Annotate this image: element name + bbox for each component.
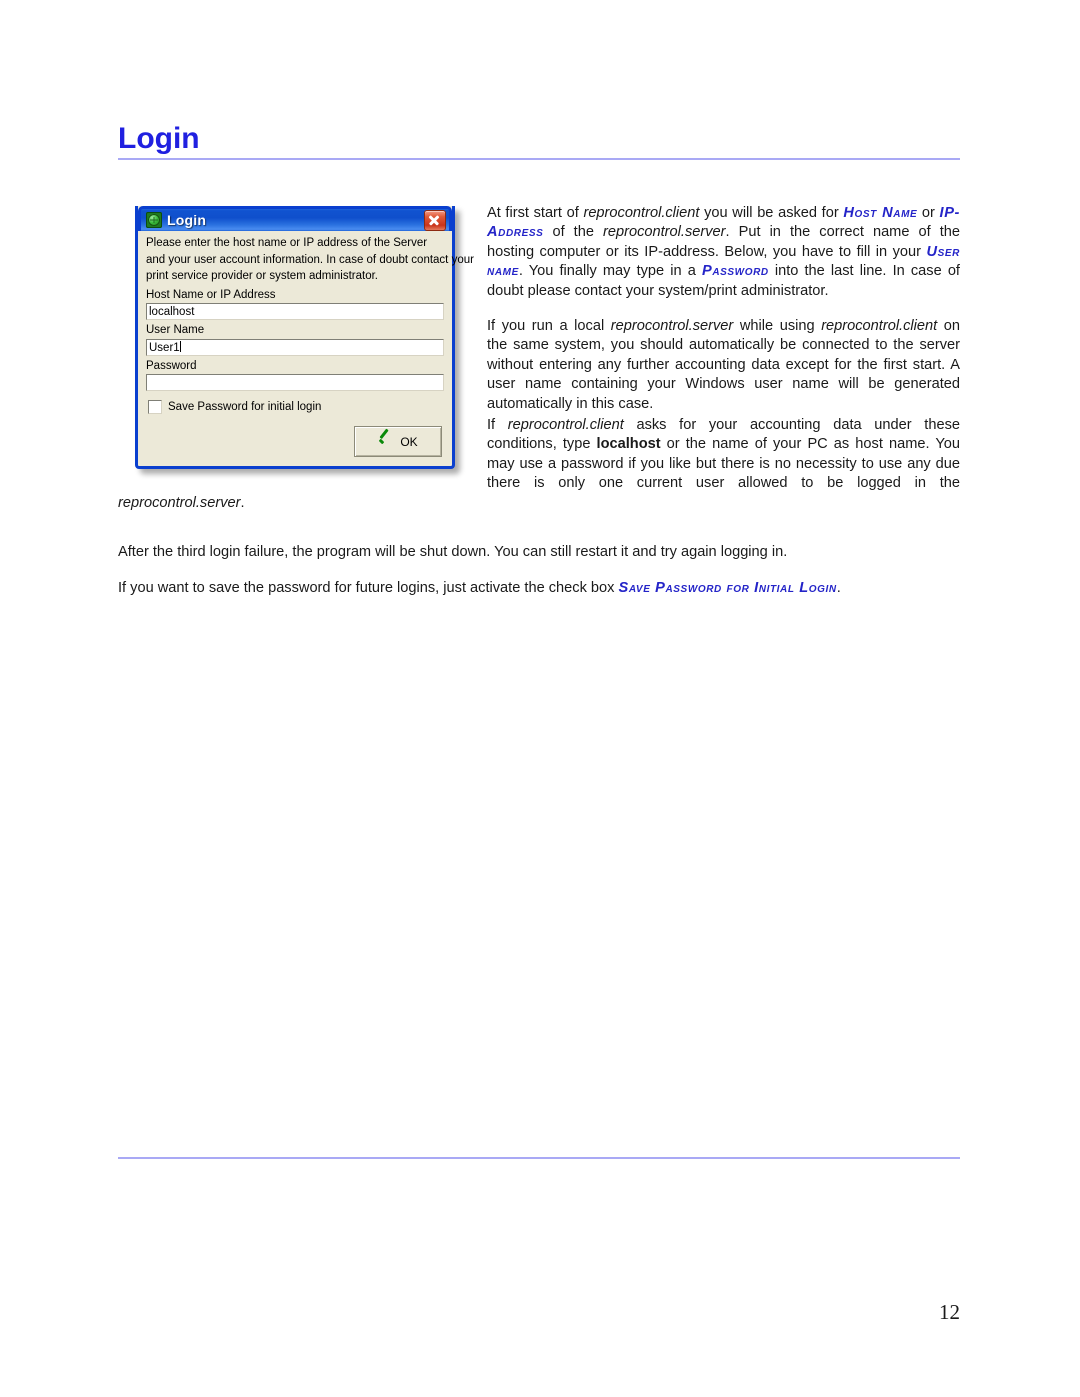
password-label: Password: [146, 359, 197, 372]
checkmark-icon: [378, 435, 393, 448]
instruction-line: print service provider or system adminis…: [146, 270, 378, 282]
p1-italic-client: reprocontrol.client: [583, 205, 700, 221]
ok-button[interactable]: OK: [354, 426, 442, 458]
p4-text: After the third login failure, the progr…: [118, 544, 788, 561]
page-number: 12: [939, 1300, 960, 1324]
p1-text: or: [917, 205, 940, 221]
p2-text: while using: [733, 318, 822, 335]
password-input[interactable]: [146, 374, 444, 392]
p3-italic-client: reprocontrol.client: [507, 417, 624, 434]
globe-icon: [146, 212, 162, 228]
footer-divider: [118, 1157, 960, 1159]
user-name-label: User Name: [146, 324, 205, 337]
instruction-line: Please enter the host name or IP address…: [146, 237, 428, 249]
p1-text: . You finally may type in a: [518, 263, 702, 280]
paragraph-4: After the third login failure, the progr…: [118, 543, 960, 562]
p1-text: At first start of: [487, 205, 584, 221]
save-password-label: Save Password for initial login: [168, 400, 322, 413]
user-name-input[interactable]: User1: [146, 338, 444, 356]
page-title: Login: [118, 122, 200, 155]
p1-smallcaps-password: Password: [701, 263, 769, 280]
login-dialog: Login Please enter the host name or IP a…: [135, 206, 474, 470]
ok-button-label: OK: [400, 434, 418, 449]
p5-text: If you want to save the password for fut…: [118, 579, 619, 596]
p2-italic-client: reprocontrol.client: [821, 318, 938, 335]
p5-smallcaps-save-password: Save Password for Initial Login: [618, 579, 837, 596]
login-dialog-figure: Login Please enter the host name or IP a…: [135, 206, 474, 470]
dialog-title: Login: [167, 212, 207, 228]
title-divider: [118, 158, 960, 160]
p1-smallcaps-host-name: Host Name: [843, 205, 918, 221]
p3-text: .: [240, 494, 245, 511]
save-password-checkbox-row[interactable]: Save Password for initial login: [148, 400, 444, 415]
p3-text: If: [487, 417, 508, 434]
p5-text: .: [836, 579, 841, 596]
p2-italic-server: reprocontrol.server: [610, 318, 734, 335]
p1-text: you will be asked for: [699, 205, 844, 221]
paragraph-5: If you want to save the password for fut…: [118, 579, 960, 598]
dialog-instructions: Please enter the host name or IP address…: [146, 237, 474, 283]
p3-italic-server: reprocontrol.server: [118, 494, 241, 511]
host-name-label: Host Name or IP Address: [146, 288, 276, 301]
document-page: Login Login Please enter the host name o…: [0, 0, 1080, 1397]
instruction-line: and your user account information. In ca…: [146, 253, 474, 266]
p1-text: of the: [543, 224, 604, 241]
dialog-titlebar: Login: [138, 206, 452, 231]
checkbox-icon[interactable]: [148, 400, 162, 415]
host-name-input[interactable]: localhost: [146, 303, 444, 321]
dialog-body: Please enter the host name or IP address…: [138, 231, 474, 466]
p2-text: If you run a local: [487, 318, 611, 335]
p1-italic-server: reprocontrol.server: [603, 224, 726, 241]
p3-bold-localhost: localhost: [596, 436, 661, 453]
dialog-button-row: OK: [146, 426, 444, 458]
close-icon[interactable]: [424, 209, 446, 231]
page-content: Login Login Please enter the host name o…: [118, 124, 960, 614]
